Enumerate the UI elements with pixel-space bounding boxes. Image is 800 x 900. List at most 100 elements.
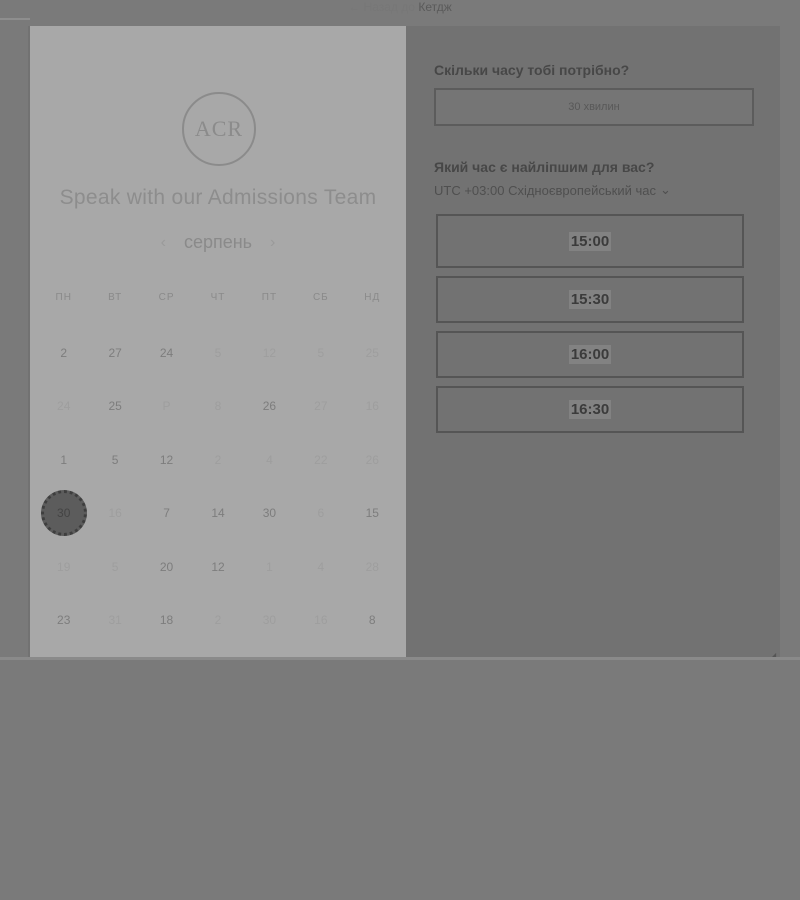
calendar-day[interactable]: 23 bbox=[38, 594, 89, 648]
calendar-day[interactable]: 1 bbox=[38, 433, 89, 487]
calendar-day[interactable]: 26 bbox=[244, 380, 295, 434]
day-number: 23 bbox=[57, 613, 71, 628]
calendar-day: 26 bbox=[347, 433, 398, 487]
booking-panel: Скільки часу тобі потрібно? 30 хвилин Як… bbox=[434, 26, 780, 660]
day-number: 25 bbox=[108, 399, 122, 414]
time-slot-label: 15:30 bbox=[568, 290, 612, 309]
day-number: 15 bbox=[365, 506, 379, 521]
calendar-day: 5 bbox=[192, 326, 243, 380]
back-link[interactable]: ← Назад до bbox=[348, 0, 415, 14]
day-number: 6 bbox=[317, 506, 325, 521]
time-slot-label: 16:00 bbox=[568, 345, 612, 364]
frame-bottom-line bbox=[0, 657, 800, 660]
calendar-day[interactable]: 27 bbox=[89, 326, 140, 380]
duration-value: 30 хвилин bbox=[568, 101, 620, 113]
day-number: 25 bbox=[365, 345, 379, 360]
weekday-label: СР bbox=[158, 292, 175, 303]
calendar-day: 2 bbox=[192, 594, 243, 648]
day-number: 30 bbox=[262, 613, 277, 628]
weekday-label: ПН bbox=[55, 292, 72, 303]
scheduling-widget: ACR Speak with our Admissions Team ‹ сер… bbox=[28, 26, 780, 660]
duration-question: Скільки часу тобі потрібно? bbox=[434, 62, 630, 78]
time-slot-button[interactable]: 16:00 bbox=[436, 331, 744, 378]
weekday-label: ЧТ bbox=[210, 292, 226, 303]
time-question: Який час є найліпшим для вас? bbox=[434, 159, 655, 175]
month-label: серпень bbox=[183, 232, 253, 252]
calendar-day[interactable]: 12 bbox=[141, 433, 192, 487]
day-number: 2 bbox=[60, 345, 68, 360]
calendar-day: 4 bbox=[244, 433, 295, 487]
day-number: 24 bbox=[57, 399, 71, 414]
day-number: 7 bbox=[163, 506, 170, 521]
calendar-day[interactable]: 12 bbox=[192, 540, 243, 594]
day-number: 18 bbox=[159, 613, 174, 628]
day-number: 26 bbox=[365, 452, 379, 467]
calendar-day: 8 bbox=[192, 380, 243, 434]
day-number: 5 bbox=[111, 452, 119, 467]
brand-name: Кетдж bbox=[418, 0, 452, 14]
weekday-label: СБ bbox=[312, 292, 329, 303]
calendar-day[interactable]: 20 bbox=[141, 540, 192, 594]
day-number: 12 bbox=[262, 345, 277, 360]
day-number: 27 bbox=[108, 345, 122, 360]
day-number: 2 bbox=[214, 613, 222, 628]
calendar-day: 12 bbox=[244, 326, 295, 380]
time-slot-button[interactable]: 16:30 bbox=[436, 386, 744, 433]
day-number: 31 bbox=[108, 613, 122, 628]
calendar-day: 28 bbox=[347, 540, 398, 594]
calendar-grid: 2 27 24 5 12 5 25 24 25 P 8 26 27 16 1 5 12 2 4 22 26 30 16 7 14… bbox=[38, 326, 398, 647]
timezone-select[interactable]: UTC +03:00 Східноєвропейський час ⌄ bbox=[434, 182, 671, 198]
calendar-day: 22 bbox=[295, 433, 346, 487]
day-number: 26 bbox=[262, 399, 277, 414]
top-bar: ← Назад до Кетдж bbox=[0, 0, 800, 18]
calendar-day: 24 bbox=[38, 380, 89, 434]
chevron-right-icon[interactable]: › bbox=[270, 234, 275, 252]
calendar-day[interactable]: 24 bbox=[141, 326, 192, 380]
day-number: 1 bbox=[266, 559, 273, 574]
chevron-left-icon[interactable]: ‹ bbox=[161, 234, 166, 252]
calendar-day[interactable]: 14 bbox=[192, 487, 243, 541]
day-number: 5 bbox=[214, 345, 222, 360]
calendar-day[interactable]: 15 bbox=[347, 487, 398, 541]
day-number: 2 bbox=[214, 452, 222, 467]
day-number: 22 bbox=[314, 452, 328, 467]
calendar-day: 30 bbox=[244, 594, 295, 648]
calendar-day: 4 bbox=[295, 540, 346, 594]
calendar-day[interactable]: 18 bbox=[141, 594, 192, 648]
frame-divider bbox=[0, 18, 30, 20]
calendar-day[interactable]: 8 bbox=[347, 594, 398, 648]
weekday-label: НД bbox=[364, 292, 381, 303]
time-slot-list: 15:00 15:30 16:00 16:30 bbox=[436, 214, 744, 441]
calendar-day[interactable]: 25 bbox=[89, 380, 140, 434]
calendar-panel: ACR Speak with our Admissions Team ‹ сер… bbox=[30, 26, 406, 659]
calendar-day[interactable]: 2 bbox=[38, 326, 89, 380]
duration-select[interactable]: 30 хвилин bbox=[434, 88, 754, 126]
calendar-day: 5 bbox=[295, 326, 346, 380]
selected-day[interactable]: 30 bbox=[38, 487, 89, 541]
day-number: 4 bbox=[317, 559, 325, 574]
calendar-day: 19 bbox=[38, 540, 89, 594]
calendar-day: 6 bbox=[295, 487, 346, 541]
time-slot-button[interactable]: 15:00 bbox=[436, 214, 744, 268]
calendar-day: 27 bbox=[295, 380, 346, 434]
day-number: 19 bbox=[57, 559, 71, 574]
day-number: 5 bbox=[111, 559, 119, 574]
day-number: 16 bbox=[365, 399, 379, 414]
weekday-label: ВТ bbox=[108, 292, 123, 303]
day-number: 14 bbox=[211, 506, 225, 521]
calendar-day: P bbox=[141, 380, 192, 434]
day-number: 12 bbox=[159, 452, 174, 467]
calendar-day: 25 bbox=[347, 326, 398, 380]
calendar-day[interactable]: 30 bbox=[244, 487, 295, 541]
day-number: 27 bbox=[314, 399, 328, 414]
day-number: 16 bbox=[314, 613, 328, 628]
day-number: 12 bbox=[211, 559, 225, 574]
weekday-header: ПН ВТ СР ЧТ ПТ СБ НД bbox=[38, 292, 398, 303]
day-number: 4 bbox=[266, 452, 273, 467]
calendar-day[interactable]: 5 bbox=[89, 433, 140, 487]
logo: ACR bbox=[182, 92, 256, 166]
calendar-day[interactable]: 7 bbox=[141, 487, 192, 541]
time-slot-label: 15:00 bbox=[568, 231, 612, 251]
calendar-day: 31 bbox=[89, 594, 140, 648]
time-slot-button[interactable]: 15:30 bbox=[436, 276, 744, 323]
